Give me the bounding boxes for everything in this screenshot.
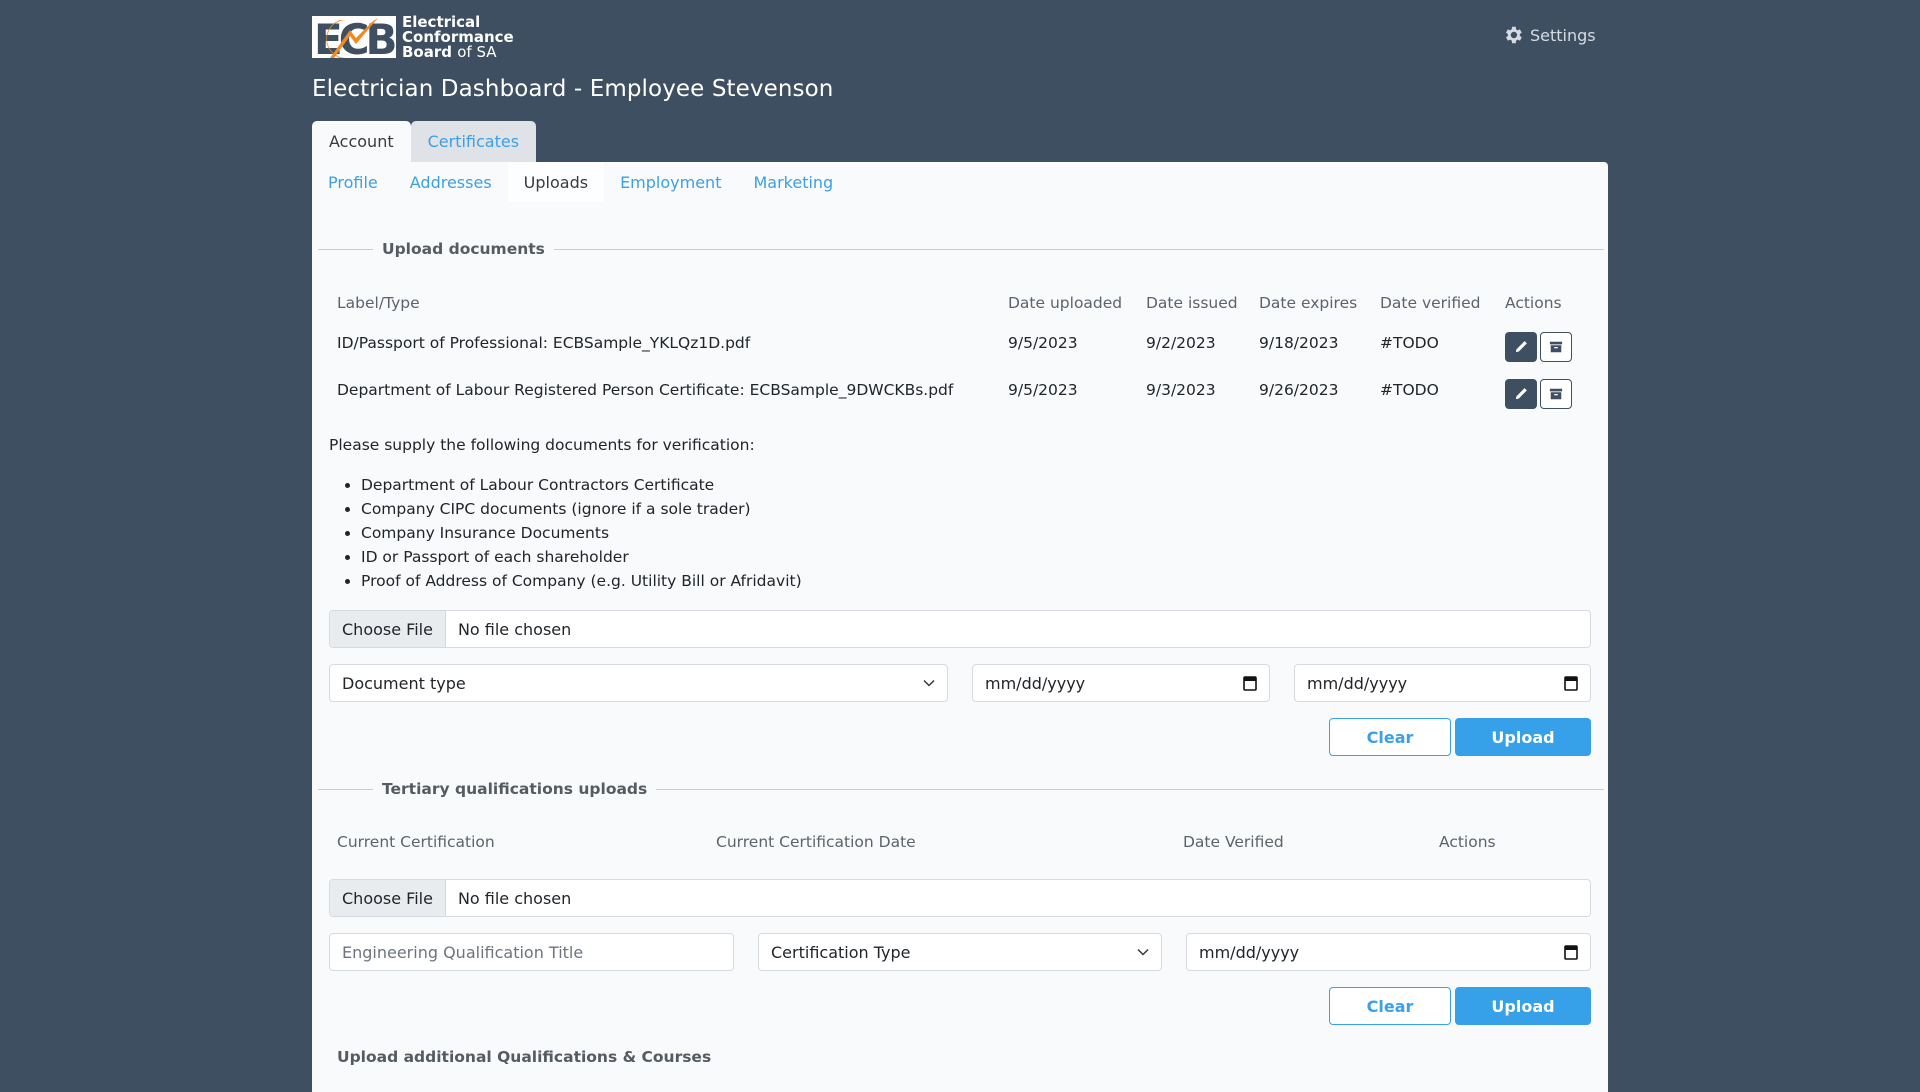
file-status: No file chosen (457, 888, 572, 908)
col-date-issued: Date issued (1146, 294, 1238, 312)
subtab-profile[interactable]: Profile (312, 162, 394, 202)
settings-link[interactable]: Settings (1502, 24, 1596, 46)
qualification-file-input[interactable]: Choose File No file chosen (329, 879, 1591, 917)
tab-certificates[interactable]: Certificates (410, 121, 537, 162)
tertiary-legend: Tertiary qualifications uploads (318, 780, 1604, 798)
subtab-marketing[interactable]: Marketing (737, 162, 849, 202)
document-file-input[interactable]: Choose File No file chosen (329, 610, 1591, 648)
required-documents-list: Department of Labour Contractors Certifi… (329, 473, 802, 593)
gear-icon (1506, 26, 1522, 44)
tertiary-title: Tertiary qualifications uploads (382, 780, 648, 798)
row-label: ID/Passport of Professional: ECBSample_Y… (337, 334, 751, 352)
date-issued-input[interactable]: mm/dd/yyyy (972, 664, 1270, 702)
certification-date-placeholder: mm/dd/yyyy (1199, 942, 1300, 962)
subtab-uploads[interactable]: Uploads (507, 162, 605, 202)
page-title: Electrician Dashboard - Employee Stevens… (312, 76, 834, 102)
archive-icon (1549, 388, 1563, 400)
col-date-uploaded: Date uploaded (1008, 294, 1123, 312)
archive-button[interactable] (1540, 379, 1572, 409)
calendar-icon[interactable] (1564, 675, 1578, 691)
pencil-icon (1515, 341, 1527, 353)
col-date-expires: Date expires (1259, 294, 1358, 312)
row-label: Department of Labour Registered Person C… (337, 381, 954, 399)
list-item: Proof of Address of Company (e.g. Utilit… (361, 569, 802, 593)
calendar-icon[interactable] (1564, 944, 1578, 960)
upload-documents-title: Upload documents (382, 240, 545, 258)
upload-button[interactable]: Upload (1455, 987, 1591, 1025)
legend-divider (318, 248, 373, 250)
legend-divider (318, 788, 373, 790)
choose-file-button[interactable]: Choose File (330, 880, 446, 916)
legend-divider (553, 248, 1604, 250)
legend-divider (656, 788, 1604, 790)
calendar-icon[interactable] (1243, 675, 1257, 691)
archive-icon (1549, 341, 1563, 353)
date-expires-input[interactable]: mm/dd/yyyy (1294, 664, 1591, 702)
choose-file-button[interactable]: Choose File (330, 611, 446, 647)
col-current-certification: Current Certification (337, 833, 495, 851)
subtab-employment[interactable]: Employment (604, 162, 737, 202)
col-date-verified: Date verified (1380, 294, 1481, 312)
row-date-uploaded: 9/5/2023 (1008, 381, 1078, 399)
logo-text: Electrical Conformance Board of SA (402, 14, 514, 61)
col-date-verified: Date Verified (1183, 833, 1284, 851)
row-date-expires: 9/26/2023 (1259, 381, 1339, 399)
list-item: Department of Labour Contractors Certifi… (361, 473, 802, 497)
edit-button[interactable] (1505, 379, 1537, 409)
logo-suffix: of SA (457, 42, 497, 61)
edit-button[interactable] (1505, 332, 1537, 362)
list-item: Company CIPC documents (ignore if a sole… (361, 497, 802, 521)
instructions-text: Please supply the following documents fo… (329, 436, 755, 454)
qualification-title-placeholder: Engineering Qualification Title (342, 942, 584, 962)
date-expires-placeholder: mm/dd/yyyy (1307, 673, 1408, 693)
document-type-select[interactable]: Document type (329, 664, 948, 702)
col-label-type: Label/Type (337, 294, 420, 312)
settings-label: Settings (1530, 25, 1596, 45)
row-date-issued: 9/2/2023 (1146, 334, 1216, 352)
row-date-uploaded: 9/5/2023 (1008, 334, 1078, 352)
subtab-addresses[interactable]: Addresses (394, 162, 508, 202)
row-date-expires: 9/18/2023 (1259, 334, 1339, 352)
certification-date-input[interactable]: mm/dd/yyyy (1186, 933, 1591, 971)
col-actions: Actions (1439, 833, 1496, 851)
list-item: Company Insurance Documents (361, 521, 802, 545)
document-type-value: Document type (342, 673, 466, 693)
upload-button[interactable]: Upload (1455, 718, 1591, 756)
list-item: ID or Passport of each shareholder (361, 545, 802, 569)
ecb-logo: ECB Electrical Conformance Board of SA (312, 14, 514, 64)
logo-line-3: Board (402, 42, 452, 61)
file-status: No file chosen (457, 619, 572, 639)
additional-qualifications-heading: Upload additional Qualifications & Cours… (337, 1048, 712, 1066)
clear-button[interactable]: Clear (1329, 718, 1451, 756)
pencil-icon (1515, 388, 1527, 400)
sub-tabs: Profile Addresses Uploads Employment Mar… (312, 162, 849, 202)
tab-account[interactable]: Account (312, 121, 411, 162)
upload-documents-legend: Upload documents (318, 240, 1604, 258)
row-date-issued: 9/3/2023 (1146, 381, 1216, 399)
certification-type-select[interactable]: Certification Type (758, 933, 1162, 971)
archive-button[interactable] (1540, 332, 1572, 362)
clear-button[interactable]: Clear (1329, 987, 1451, 1025)
row-date-verified: #TODO (1380, 381, 1439, 399)
row-date-verified: #TODO (1380, 334, 1439, 352)
certification-type-value: Certification Type (771, 942, 911, 962)
qualification-title-input[interactable]: Engineering Qualification Title (329, 933, 734, 971)
date-issued-placeholder: mm/dd/yyyy (985, 673, 1086, 693)
col-current-certification-date: Current Certification Date (716, 833, 916, 851)
ecb-logo-mark-icon: ECB (312, 14, 400, 64)
chevron-down-icon (1137, 948, 1149, 956)
chevron-down-icon (923, 679, 935, 687)
col-actions: Actions (1505, 294, 1562, 312)
main-tabs: Account Certificates (312, 121, 537, 162)
